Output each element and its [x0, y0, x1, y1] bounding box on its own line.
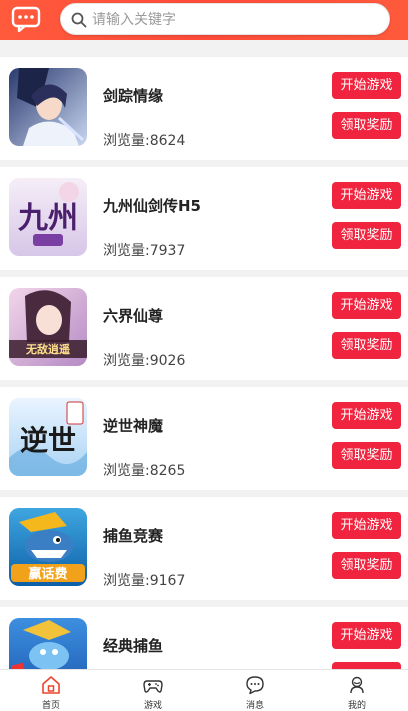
game-thumbnail[interactable] [9, 68, 87, 146]
message-icon [246, 676, 264, 695]
thumbnail-title: 九州 [18, 201, 78, 236]
claim-reward-button[interactable] [332, 662, 401, 669]
home-icon [42, 676, 60, 694]
list-item: 剑踪情缘 浏览量:8624 开始游戏 领取奖励 [0, 57, 408, 160]
thumbnail-title: 无敌逍遥 [25, 342, 70, 356]
search-bar[interactable] [60, 3, 390, 35]
list-item: 经典捕鱼 开始游戏 [0, 607, 408, 669]
game-thumbnail[interactable]: 九州 [9, 178, 87, 256]
claim-reward-button[interactable]: 领取奖励 [332, 332, 401, 359]
list-item: 九州 九州仙剑传H5 浏览量:7937 开始游戏 领取奖励 [0, 167, 408, 270]
game-title: 经典捕鱼 [103, 637, 164, 655]
list-item: 逆世 逆世神魔 浏览量:8265 开始游戏 领取奖励 [0, 387, 408, 490]
claim-reward-button[interactable]: 领取奖励 [332, 442, 401, 469]
tab-label: 我的 [347, 701, 366, 711]
thumbnail-title: 逆世 [20, 424, 76, 457]
game-title: 剑踪情缘 [103, 87, 164, 105]
tab-home[interactable]: 首页 [0, 670, 102, 711]
view-count: 浏览量:9026 [103, 353, 186, 369]
bottom-tab-bar: 首页 游戏 消息 我的 [0, 669, 408, 711]
start-game-button[interactable]: 开始游戏 [332, 622, 401, 649]
tab-label: 游戏 [143, 701, 162, 711]
game-list: 剑踪情缘 浏览量:8624 开始游戏 领取奖励 九州 九州仙剑传H5 浏览量:7… [0, 45, 408, 669]
list-item: 无敌逍遥 六界仙尊 浏览量:9026 开始游戏 领取奖励 [0, 277, 408, 380]
list-item: 赢话费 捕鱼竞赛 浏览量:9167 开始游戏 领取奖励 [0, 497, 408, 600]
tab-messages[interactable]: 消息 [204, 670, 306, 711]
view-count: 浏览量:9167 [103, 573, 186, 589]
start-game-button[interactable]: 开始游戏 [332, 512, 401, 539]
tab-profile[interactable]: 我的 [306, 670, 408, 711]
game-thumbnail[interactable] [9, 618, 87, 669]
view-count: 浏览量:8265 [103, 463, 186, 479]
claim-reward-button[interactable]: 领取奖励 [332, 222, 401, 249]
claim-reward-button[interactable]: 领取奖励 [332, 552, 401, 579]
user-icon [350, 676, 364, 694]
thumbnail-title: 赢话费 [28, 566, 67, 582]
gamepad-icon [143, 680, 163, 693]
view-count: 浏览量:7937 [103, 243, 186, 259]
game-title: 逆世神魔 [103, 417, 164, 435]
start-game-button[interactable]: 开始游戏 [332, 402, 401, 429]
start-game-button[interactable]: 开始游戏 [332, 292, 401, 319]
search-icon [71, 12, 87, 28]
tab-label: 消息 [245, 701, 264, 711]
game-thumbnail[interactable]: 逆世 [9, 398, 87, 476]
start-game-button[interactable]: 开始游戏 [332, 72, 401, 99]
game-thumbnail[interactable]: 无敌逍遥 [9, 288, 87, 366]
tab-label: 首页 [41, 701, 60, 711]
search-input[interactable] [92, 9, 382, 31]
tab-games[interactable]: 游戏 [102, 670, 204, 711]
claim-reward-button[interactable]: 领取奖励 [332, 112, 401, 139]
game-title: 捕鱼竞赛 [103, 527, 164, 545]
view-count: 浏览量:8624 [103, 133, 186, 149]
top-header [0, 0, 408, 40]
message-icon[interactable] [11, 6, 41, 32]
game-title: 九州仙剑传H5 [103, 197, 201, 215]
start-game-button[interactable]: 开始游戏 [332, 182, 401, 209]
game-thumbnail[interactable]: 赢话费 [9, 508, 87, 586]
game-title: 六界仙尊 [103, 307, 164, 325]
